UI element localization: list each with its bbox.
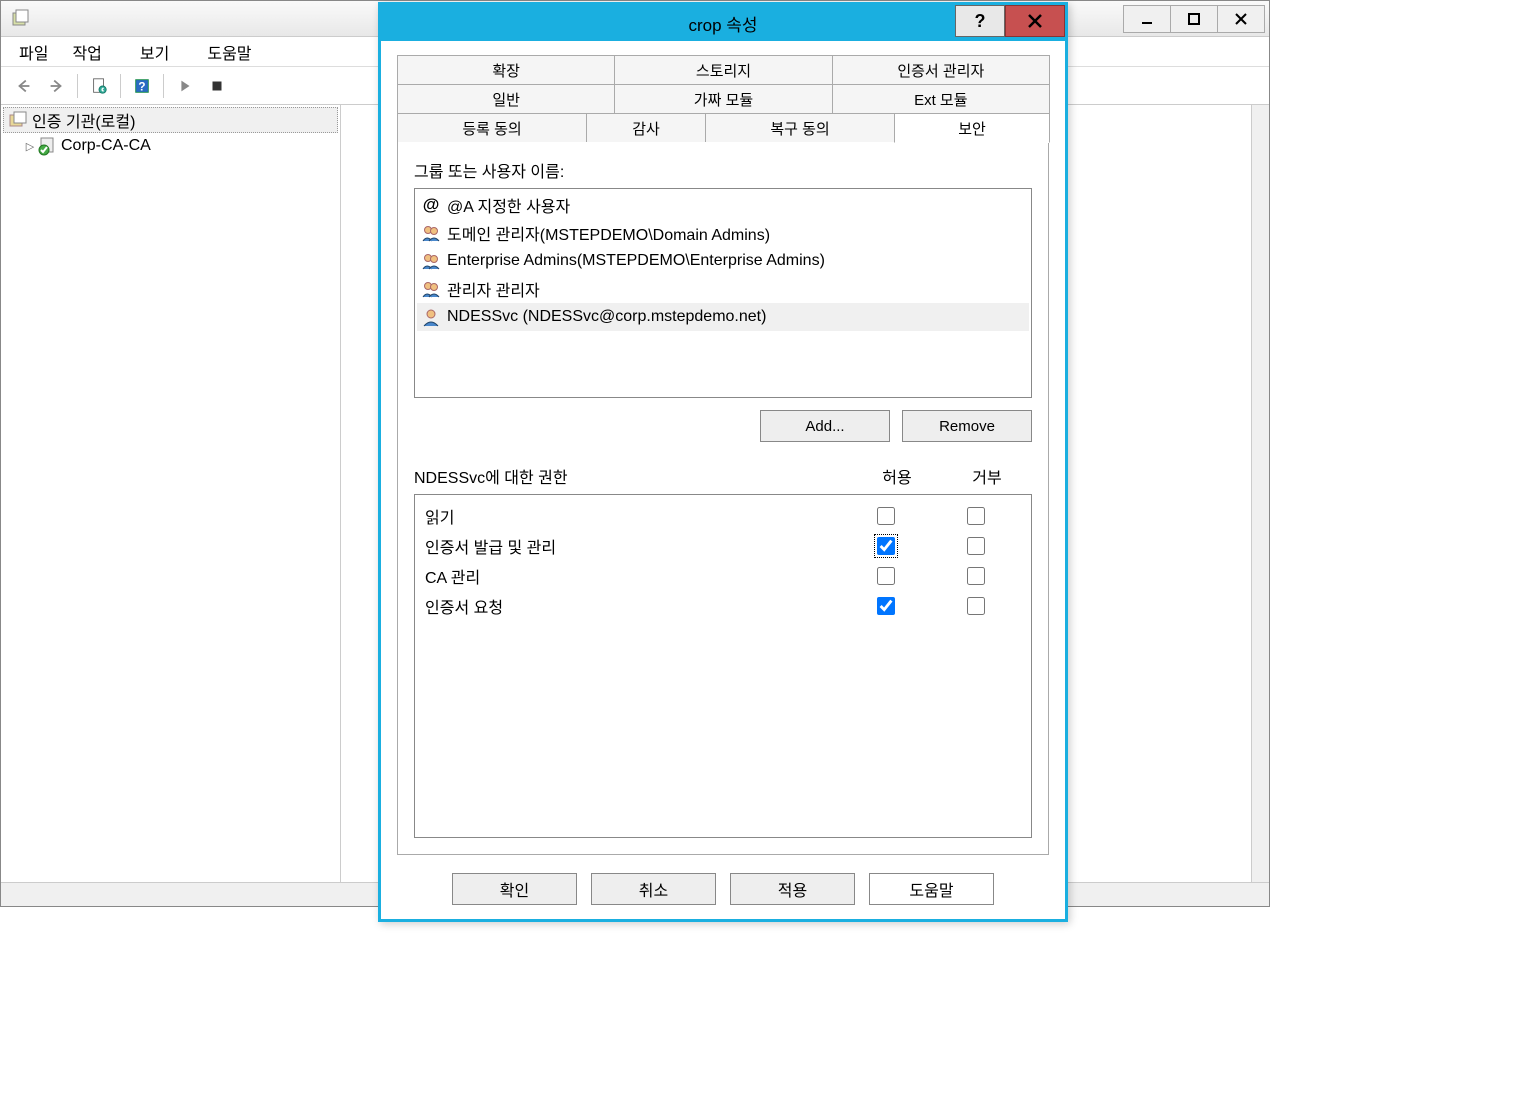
ca-root-icon [8,110,28,130]
ok-button[interactable]: 확인 [452,873,577,905]
tree-child-label: Corp-CA-CA [61,137,151,155]
permission-name: 읽기 [425,504,841,528]
user-icon [421,307,441,327]
allow-checkbox[interactable] [877,597,895,615]
permission-name: CA 관리 [425,564,841,588]
add-principal-button[interactable]: Add... [760,410,890,442]
minimize-button[interactable] [1123,5,1171,33]
dialog-titlebar[interactable]: crop 속성 ? [381,5,1065,41]
cancel-button[interactable]: 취소 [591,873,716,905]
group-icon [421,223,441,243]
tab-exit-module[interactable]: Ext 모듈 [832,84,1050,114]
principal-label: 도메인 관리자(MSTEPDEMO\Domain Admins) [447,221,770,245]
dialog-help-button[interactable]: ? [955,5,1005,37]
principal-label: 관리자 관리자 [447,277,540,301]
permission-row: 읽기 [425,501,1021,531]
tab-recovery-agents[interactable]: 복구 동의 [705,113,895,143]
deny-checkbox[interactable] [967,537,985,555]
play-button[interactable] [170,71,200,101]
allow-checkbox[interactable] [877,507,895,525]
tab-policy-module[interactable]: 가짜 모듈 [614,84,832,114]
dialog-title: crop 속성 [688,11,757,36]
tab-extensions[interactable]: 확장 [397,55,615,85]
dialog-close-button[interactable] [1005,5,1065,37]
deny-checkbox[interactable] [967,567,985,585]
remove-principal-button[interactable]: Remove [902,410,1032,442]
tab-security-content: 그룹 또는 사용자 이름: @ @A 지정한 사용자도메인 관리자(MSTEPDE… [397,142,1049,855]
tree-expand-icon[interactable]: ▷ [23,140,37,153]
ca-server-icon [37,136,57,156]
permission-row: 인증서 발급 및 관리 [425,531,1021,561]
deny-checkbox[interactable] [967,597,985,615]
group-icon [421,279,441,299]
tab-general[interactable]: 일반 [397,84,615,114]
allow-column-header: 허용 [852,464,942,488]
principal-label: NDESSvc (NDESSvc@corp.mstepdemo.net) [447,308,766,326]
principal-item[interactable]: 도메인 관리자(MSTEPDEMO\Domain Admins) [417,219,1029,247]
menu-help[interactable]: 도움말 [197,37,261,67]
tab-security[interactable]: 보안 [894,113,1050,143]
svg-text:?: ? [138,80,145,93]
allow-checkbox[interactable] [877,567,895,585]
properties-button[interactable] [84,71,114,101]
tree-root-label: 인증 기관(로컬) [32,108,135,132]
menu-file[interactable]: 파일 [9,37,58,67]
permissions-for-label: NDESSvc에 대한 권한 [414,464,852,488]
tree-root-item[interactable]: 인증 기관(로컬) [3,107,338,133]
permission-row: CA 관리 [425,561,1021,591]
stop-button[interactable] [202,71,232,101]
principal-item[interactable]: Enterprise Admins(MSTEPDEMO\Enterprise A… [417,247,1029,275]
group-or-user-label: 그룹 또는 사용자 이름: [414,158,1032,182]
tree-child-item[interactable]: ▷ Corp-CA-CA [3,133,338,159]
menu-view[interactable]: 보기 [130,37,179,67]
at-icon: @ [421,195,441,215]
nav-back-button[interactable] [9,71,39,101]
menu-action[interactable]: 작업 [62,37,111,67]
tab-enrollment-agents[interactable]: 등록 동의 [397,113,587,143]
permissions-list: 읽기인증서 발급 및 관리 CA 관리인증서 요청 [414,494,1032,838]
principal-item[interactable]: 관리자 관리자 [417,275,1029,303]
group-icon [421,251,441,271]
tab-auditing[interactable]: 감사 [586,113,706,143]
principal-label: Enterprise Admins(MSTEPDEMO\Enterprise A… [447,252,825,270]
deny-column-header: 거부 [942,464,1032,488]
principal-label: @A 지정한 사용자 [447,193,570,217]
close-button[interactable] [1217,5,1265,33]
permission-name: 인증서 요청 [425,594,841,618]
tree-panel[interactable]: 인증 기관(로컬) ▷ Corp-CA-CA [1,105,341,906]
permission-name: 인증서 발급 및 관리 [425,534,841,558]
tab-cert-managers[interactable]: 인증서 관리자 [832,55,1050,85]
dialog-help-bottom-button[interactable]: 도움말 [869,873,994,905]
deny-checkbox[interactable] [967,507,985,525]
permission-row: 인증서 요청 [425,591,1021,621]
right-scrollbar[interactable] [1251,105,1269,885]
tabstrip: 확장 스토리지 인증서 관리자 일반 가짜 모듈 Ext 모듈 등록 동의 감사… [397,55,1049,142]
principal-item[interactable]: NDESSvc (NDESSvc@corp.mstepdemo.net) [417,303,1029,331]
toolbar-separator [120,74,121,98]
allow-checkbox[interactable] [877,537,895,555]
tab-storage[interactable]: 스토리지 [614,55,832,85]
principal-item[interactable]: @ @A 지정한 사용자 [417,191,1029,219]
principal-list[interactable]: @ @A 지정한 사용자도메인 관리자(MSTEPDEMO\Domain Admi… [414,188,1032,398]
nav-forward-button[interactable] [41,71,71,101]
toolbar-separator [77,74,78,98]
properties-dialog: crop 속성 ? 확장 스토리지 인증서 관리자 일반 가짜 모듈 Ext 모… [378,2,1068,922]
toolbar-separator [163,74,164,98]
app-icon [11,9,31,29]
maximize-button[interactable] [1170,5,1218,33]
apply-button[interactable]: 적용 [730,873,855,905]
help-button[interactable]: ? [127,71,157,101]
